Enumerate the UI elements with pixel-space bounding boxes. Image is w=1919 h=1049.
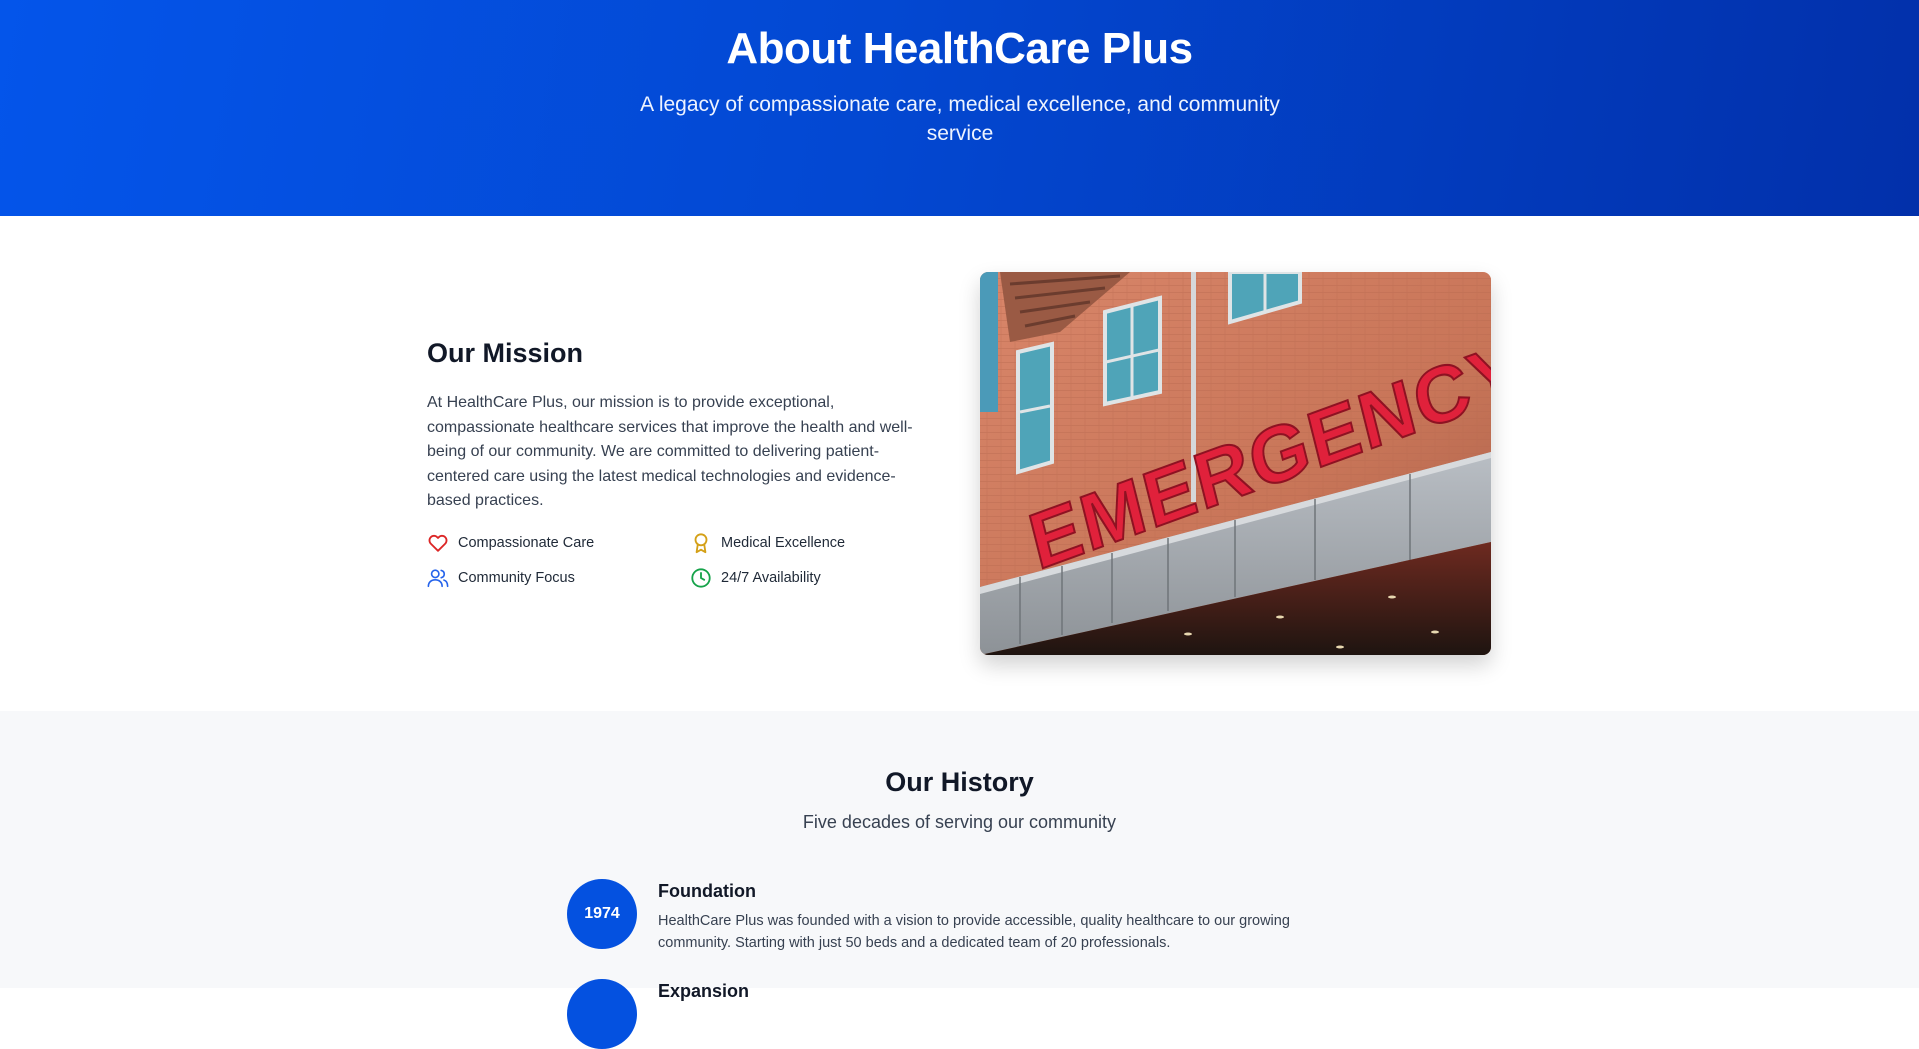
history-section: Our History Five decades of serving our … [0, 711, 1919, 1049]
clock-icon [690, 567, 712, 589]
value-label: 24/7 Availability [721, 570, 821, 586]
mission-heading: Our Mission [427, 338, 584, 368]
award-icon [690, 532, 712, 554]
value-item-compassionate-care: Compassionate Care [427, 533, 690, 553]
hero-subtitle: A legacy of compassionate care, medical … [640, 93, 1280, 145]
value-label: Compassionate Care [458, 535, 595, 551]
users-icon [427, 567, 449, 589]
heart-icon [427, 532, 449, 554]
timeline-year-badge [567, 979, 637, 1049]
value-label: Community Focus [458, 570, 575, 586]
mission-paragraph: At HealthCare Plus, our mission is to pr… [427, 394, 913, 510]
values-list: Compassionate Care Medical Excellence Co… [427, 533, 887, 588]
hero-banner: About HealthCare Plus A legacy of compas… [0, 0, 1919, 216]
value-item-medical-excellence: Medical Excellence [690, 532, 890, 554]
page-title: About HealthCare Plus [726, 24, 1193, 73]
emergency-building-image: EMERGENCY [980, 272, 1491, 655]
mission-text: Our Mission At HealthCare Plus, our miss… [427, 334, 927, 514]
value-item-availability: 24/7 Availability [690, 568, 890, 588]
history-heading: Our History [885, 767, 1034, 797]
history-subtitle: Five decades of serving our community [802, 812, 1117, 832]
timeline-event-description: HealthCare Plus was founded with a visio… [658, 913, 1290, 951]
value-item-community-focus: Community Focus [427, 568, 690, 588]
timeline-year-badge: 1974 [567, 879, 637, 949]
timeline-event-title: Foundation [658, 881, 756, 901]
value-label: Medical Excellence [721, 535, 846, 551]
timeline-event-title: Expansion [658, 981, 750, 1001]
